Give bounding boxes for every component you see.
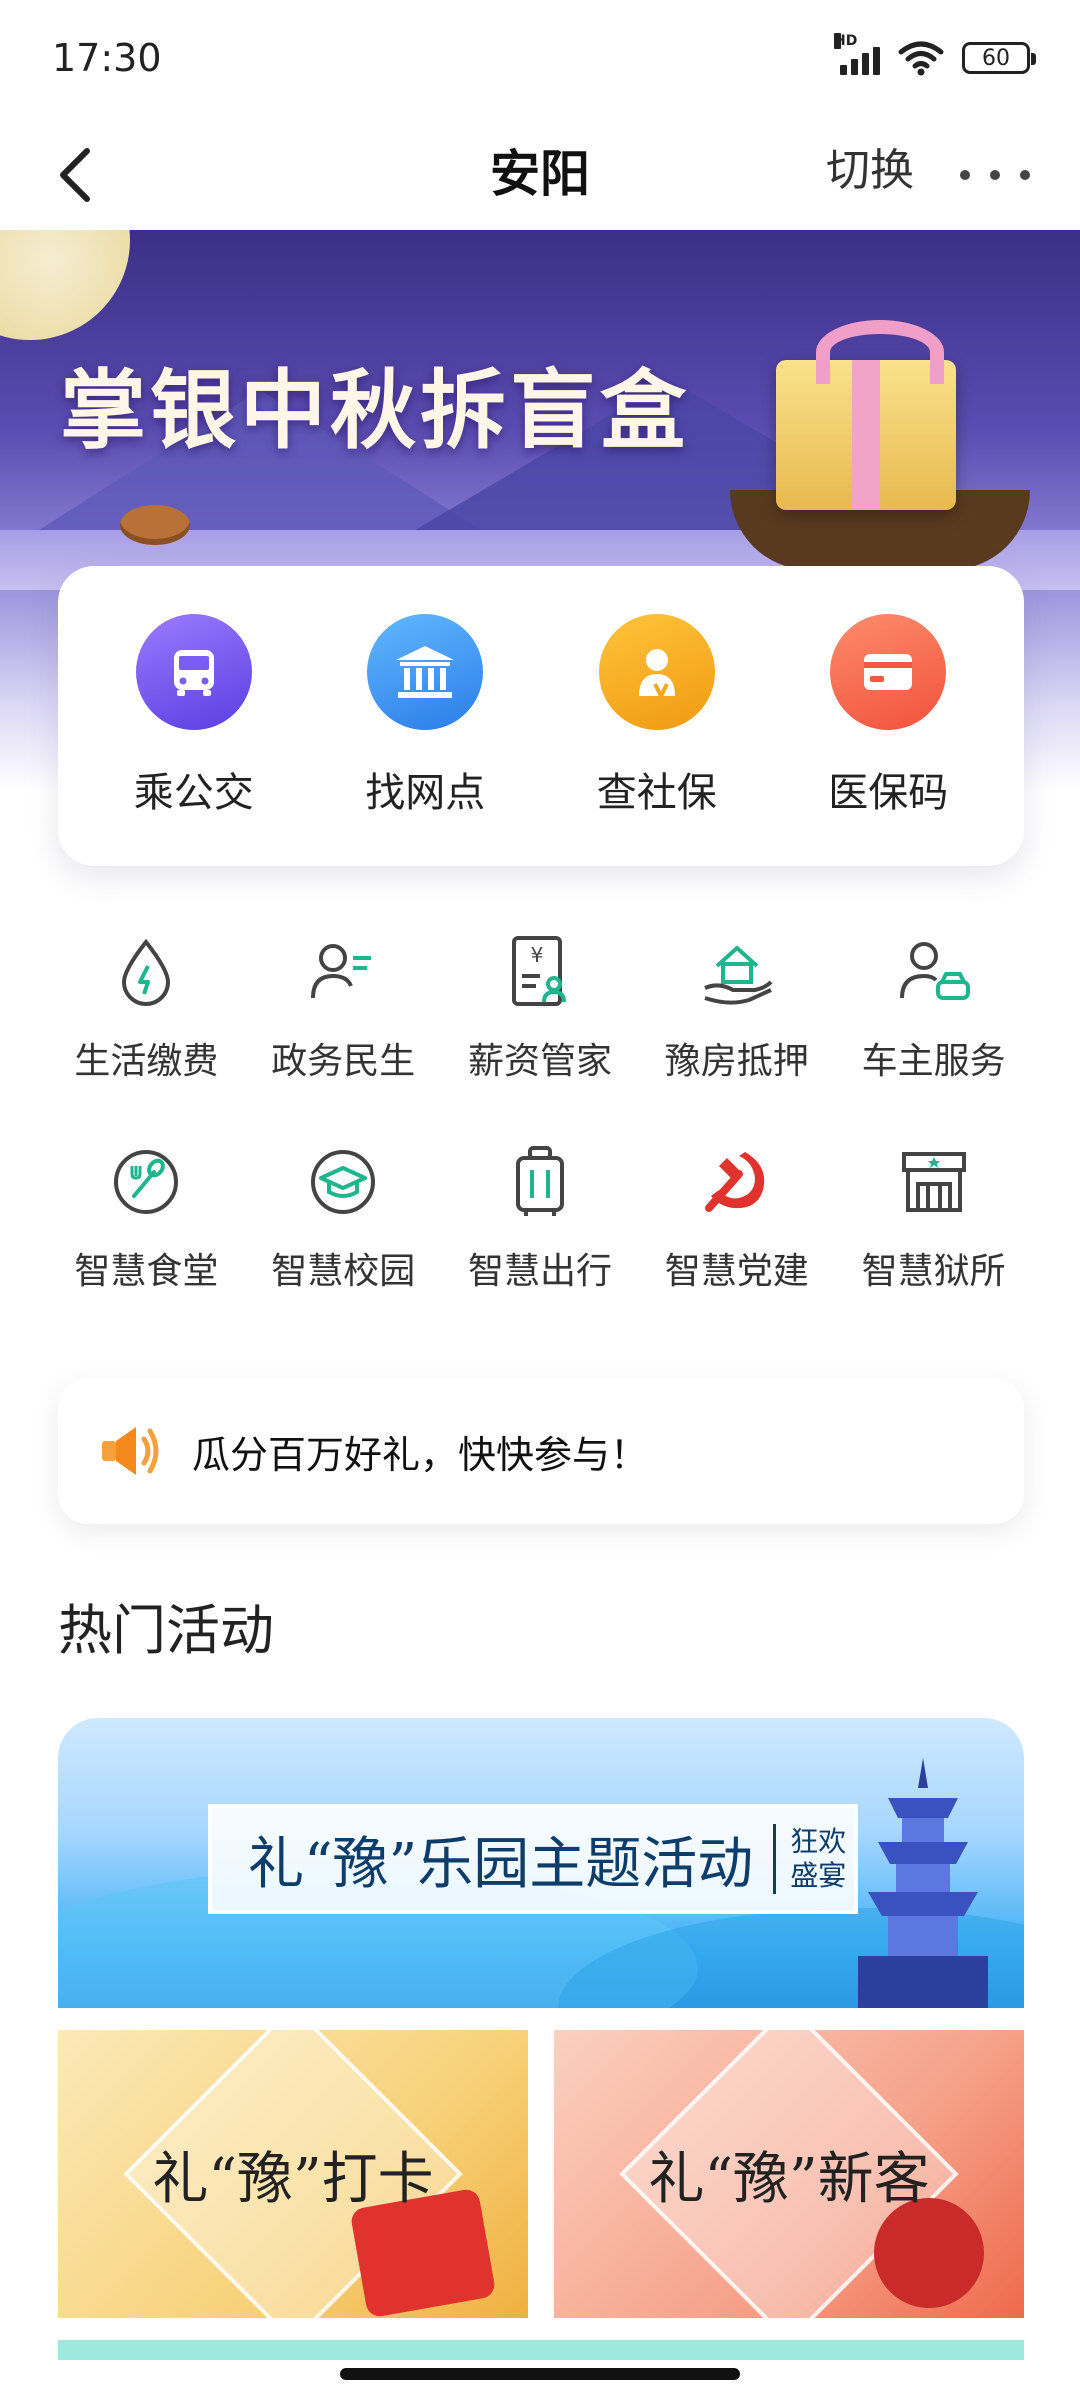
party-emblem-icon: [695, 1140, 779, 1224]
quick-action-bus[interactable]: 乘公交: [94, 614, 294, 818]
activity-card-title: 礼“豫”新客: [648, 2146, 930, 2212]
section-title-hot-activities: 热门活动: [58, 1599, 274, 1662]
more-dot: [960, 170, 970, 180]
activity-banner-main[interactable]: 礼“豫”乐园主题活动 狂欢盛宴: [58, 1718, 1024, 2008]
network-type: HD: [834, 33, 858, 49]
battery-level: 60: [982, 45, 1010, 71]
quick-action-social-security[interactable]: 查社保: [557, 614, 757, 818]
service-label: 智慧校园: [271, 1251, 416, 1292]
more-dot: [1020, 170, 1030, 180]
salary-doc-icon: ¥: [498, 930, 582, 1014]
service-label: 智慧党建: [664, 1251, 809, 1292]
mooncake-illustration: [120, 505, 190, 545]
service-label: 薪资管家: [467, 1041, 612, 1082]
service-government[interactable]: 政务民生: [245, 930, 442, 1084]
service-label: 豫房抵押: [664, 1041, 809, 1082]
service-car-owner[interactable]: 车主服务: [835, 930, 1032, 1084]
service-campus[interactable]: 智慧校园: [245, 1140, 442, 1294]
svg-text:¥: ¥: [531, 943, 544, 967]
service-label: 生活缴费: [74, 1041, 219, 1082]
home-indicator[interactable]: [340, 2368, 740, 2380]
service-travel[interactable]: 智慧出行: [442, 1140, 639, 1294]
gift-box-illustration: [776, 320, 956, 510]
card-icon: [830, 614, 947, 730]
battery-icon: 60: [962, 42, 1036, 74]
wifi-icon: [898, 41, 944, 76]
activity-main-title: 礼“豫”乐园主题活动: [248, 1831, 754, 1897]
gift-illustration: [874, 2198, 984, 2308]
canteen-icon: [104, 1140, 188, 1224]
person-list-icon: [301, 930, 385, 1014]
house-hand-icon: [695, 930, 779, 1014]
service-label: 智慧狱所: [861, 1251, 1006, 1292]
utility-drop-icon: [104, 930, 188, 1014]
activity-main-subtitle: 狂欢盛宴: [790, 1825, 847, 1892]
service-utility[interactable]: 生活缴费: [48, 930, 245, 1084]
activity-cards-row: 礼“豫”打卡 礼“豫”新客: [58, 2030, 1024, 2318]
quick-action-label: 医保码: [828, 770, 949, 816]
activity-card-title: 礼“豫”打卡: [152, 2146, 434, 2212]
quick-action-label: 乘公交: [133, 770, 254, 816]
quick-actions-card: 乘公交 找网点 查社保 医保码: [58, 566, 1024, 866]
activity-card-new-customer[interactable]: 礼“豫”新客: [554, 2030, 1024, 2318]
pagoda-illustration: [858, 1758, 988, 2008]
service-salary[interactable]: ¥ 薪资管家: [442, 930, 639, 1084]
service-prison[interactable]: 智慧狱所: [835, 1140, 1032, 1294]
quick-action-medical-code[interactable]: 医保码: [788, 614, 988, 818]
page: 17:30 HD 60 安阳 切换 掌银中秋拆盲盒 乘公交 找网点 查社保 医保…: [0, 0, 1080, 2400]
service-canteen[interactable]: 智慧食堂: [48, 1140, 245, 1294]
service-label: 政务民生: [271, 1041, 416, 1082]
bus-icon: [135, 614, 252, 730]
person-car-icon: [892, 930, 976, 1014]
status-icons: HD 60: [834, 33, 1036, 76]
next-card-peek: [58, 2340, 1024, 2360]
activity-banner-frame: 礼“豫”乐园主题活动 狂欢盛宴: [208, 1804, 858, 1914]
moon-illustration: [0, 230, 130, 340]
speaker-icon: [98, 1416, 168, 1486]
banner-title: 掌银中秋拆盲盒: [60, 361, 690, 461]
status-bar: 17:30 HD 60: [0, 0, 1080, 120]
services-grid: 生活缴费 政务民生 ¥ 薪资管家 豫房抵押 车主服务 智慧食堂 智慧校园 智慧出…: [48, 930, 1032, 1294]
divider: [773, 1824, 777, 1894]
more-dot: [990, 170, 1000, 180]
signal-icon: HD: [834, 33, 880, 75]
luggage-icon: [498, 1140, 582, 1224]
service-label: 智慧食堂: [74, 1251, 219, 1292]
graduation-cap-icon: [301, 1140, 385, 1224]
switch-city-button[interactable]: 切换: [826, 134, 914, 198]
nav-bar: 安阳 切换: [0, 120, 1080, 230]
quick-action-label: 查社保: [596, 770, 717, 816]
service-mortgage[interactable]: 豫房抵押: [638, 930, 835, 1084]
service-party[interactable]: 智慧党建: [638, 1140, 835, 1294]
bank-icon: [367, 614, 484, 730]
building-star-icon: [892, 1140, 976, 1224]
quick-action-branch[interactable]: 找网点: [325, 614, 525, 818]
social-security-icon: [598, 614, 715, 730]
more-button[interactable]: [960, 150, 1030, 200]
status-time: 17:30: [52, 36, 162, 80]
activity-card-checkin[interactable]: 礼“豫”打卡: [58, 2030, 528, 2318]
notice-bar[interactable]: 瓜分百万好礼，快快参与！: [58, 1378, 1024, 1524]
quick-action-label: 找网点: [365, 770, 486, 816]
service-label: 智慧出行: [467, 1251, 612, 1292]
notice-text: 瓜分百万好礼，快快参与！: [192, 1432, 649, 1477]
page-title: 安阳: [490, 145, 590, 203]
service-label: 车主服务: [861, 1041, 1006, 1082]
